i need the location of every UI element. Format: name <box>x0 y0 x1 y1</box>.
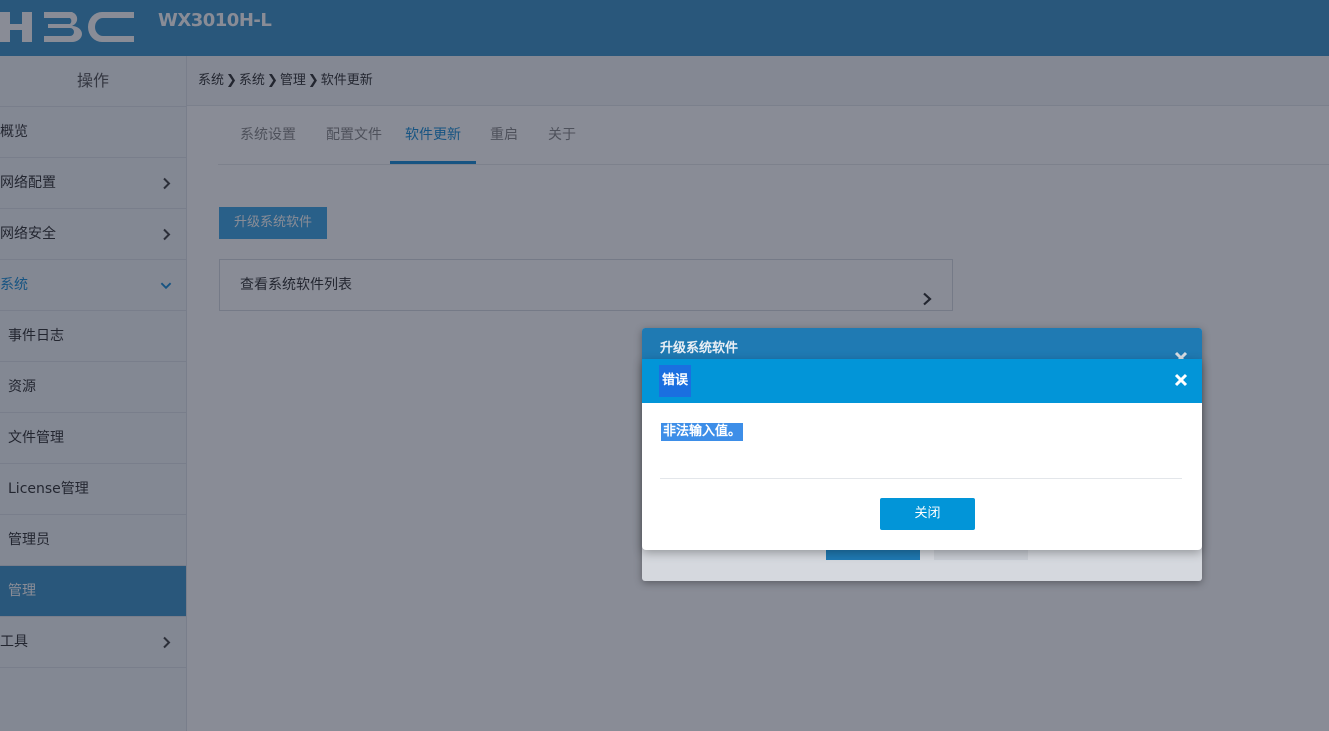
error-message: 非法输入值。 <box>661 423 744 441</box>
close-button[interactable]: 关闭 <box>880 498 975 530</box>
error-dialog-header: 错误 <box>642 359 1202 403</box>
close-icon[interactable] <box>1174 372 1188 391</box>
error-dialog-title: 错误 <box>659 365 692 397</box>
error-dialog: 错误 非法输入值。 关闭 <box>642 359 1202 550</box>
dialog-divider <box>660 478 1182 479</box>
upgrade-dialog-title: 升级系统软件 <box>660 341 739 356</box>
